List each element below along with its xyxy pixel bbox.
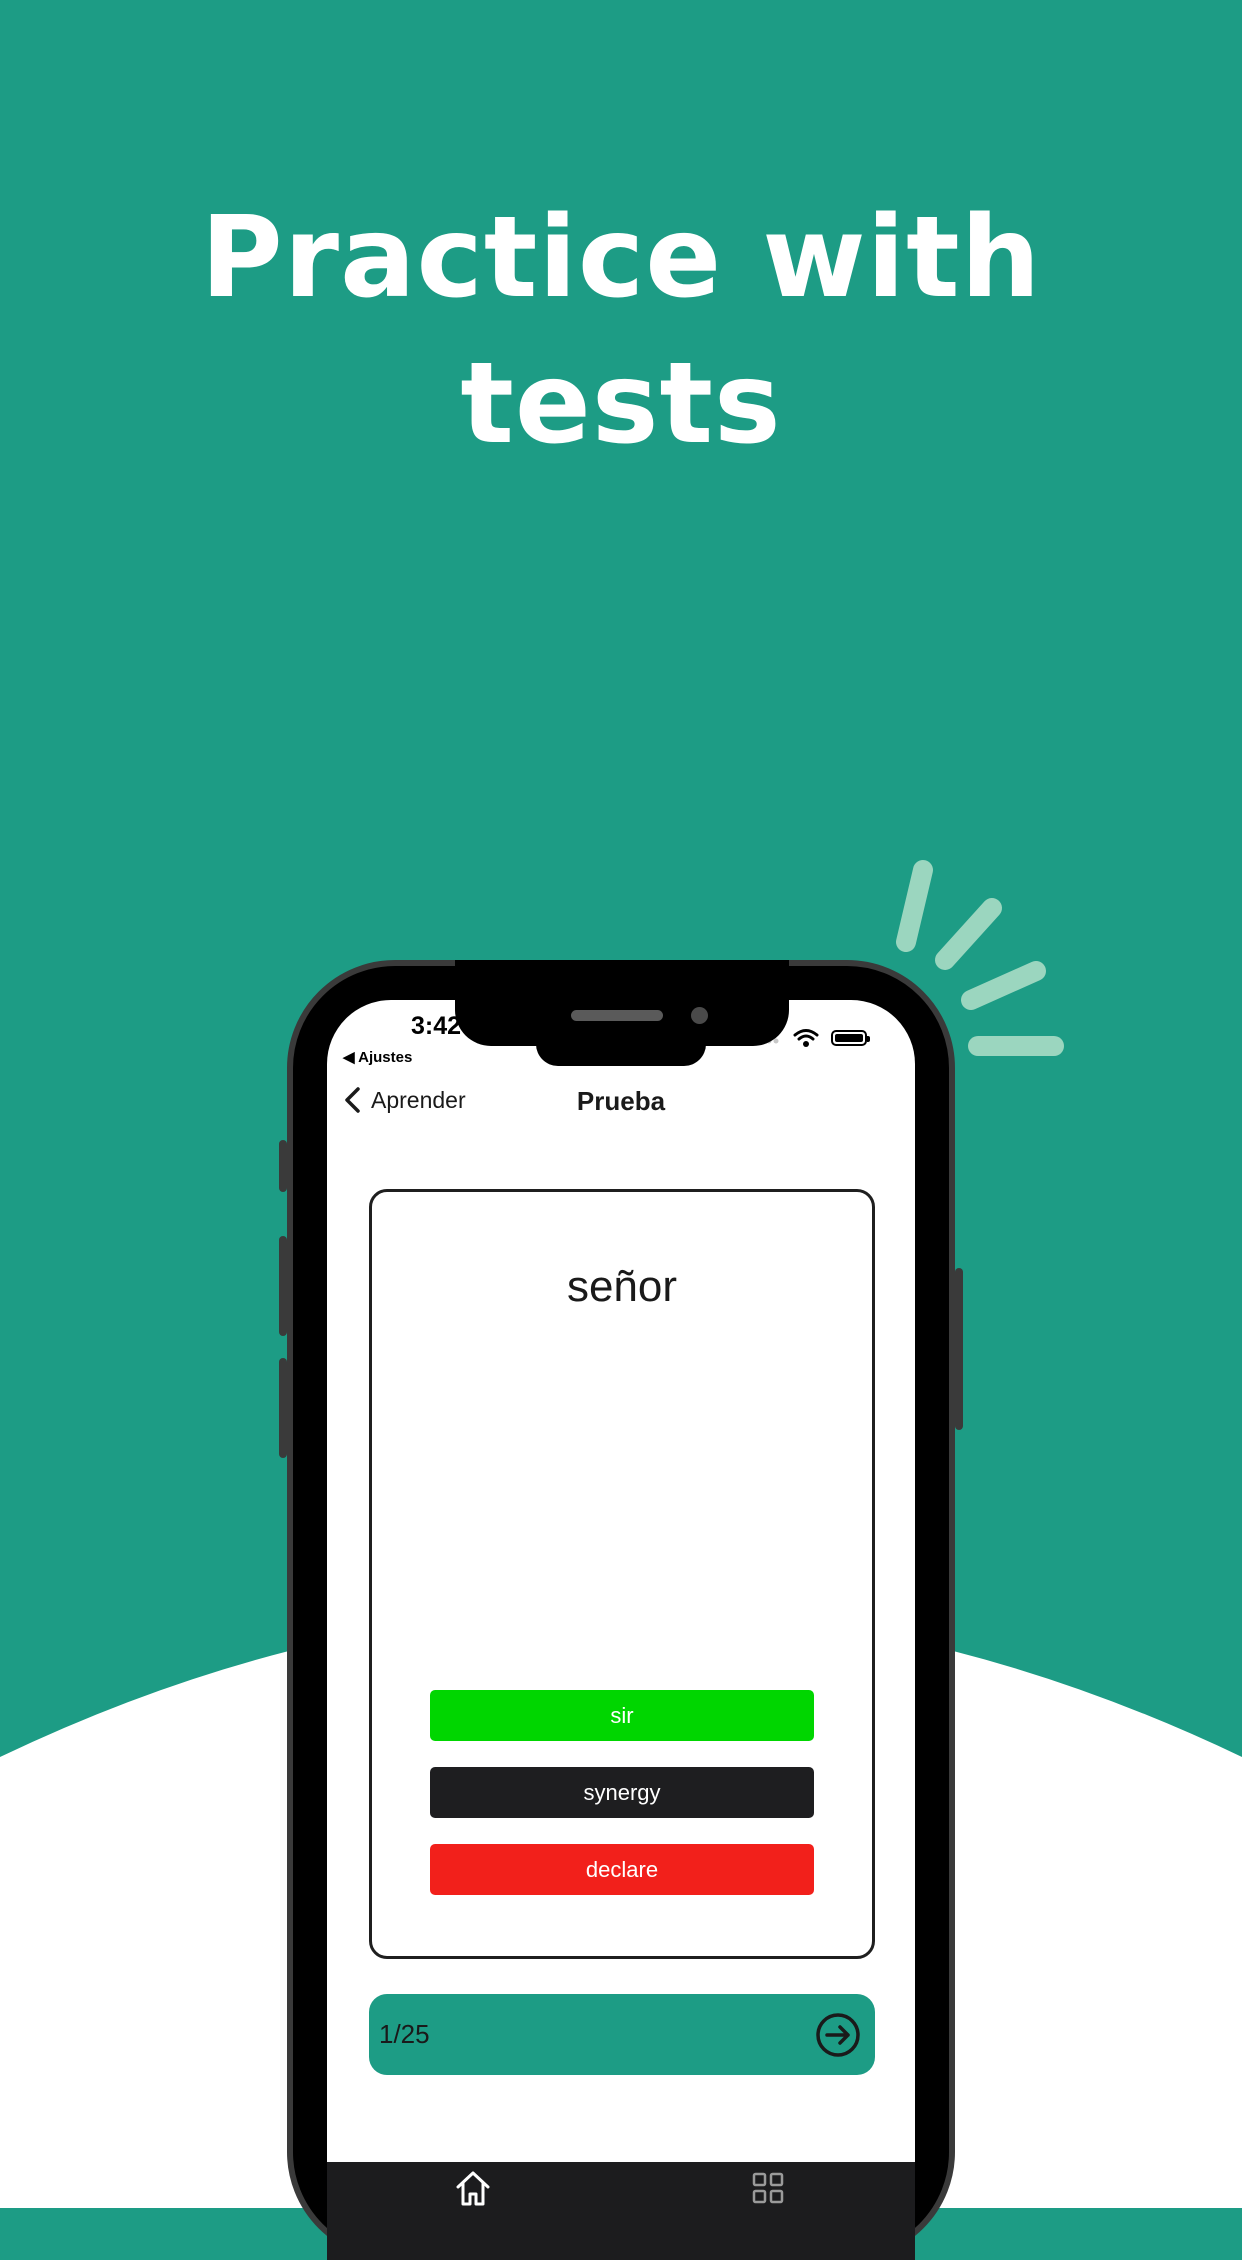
phone-notch (455, 960, 789, 1046)
phone-screen: 3:42 ◀ Ajustes Aprender Prueba señor sir… (327, 1000, 915, 2260)
phone-silent-switch (279, 1140, 287, 1192)
progress-count: 1/25 (379, 2019, 430, 2049)
phone-speaker (571, 1010, 663, 1021)
wifi-icon (793, 1029, 819, 1047)
home-icon[interactable] (453, 2168, 493, 2208)
headline: Practice with tests (0, 185, 1242, 477)
phone-notch-lower (536, 1040, 706, 1066)
answer-option-synergy[interactable]: synergy (430, 1767, 814, 1818)
status-time: 3:42 (411, 1012, 462, 1040)
answer-option-sir[interactable]: sir (430, 1690, 814, 1741)
status-back-to-app[interactable]: ◀ Ajustes (343, 1048, 412, 1066)
headline-line-1: Practice with (200, 193, 1042, 323)
answer-option-declare[interactable]: declare (430, 1844, 814, 1895)
chevron-left-icon (345, 1087, 360, 1113)
back-button-label: Aprender (371, 1086, 466, 1113)
quiz-word: señor (566, 1262, 678, 1311)
tab-bar (327, 2162, 915, 2260)
headline-line-2: tests (460, 339, 782, 469)
phone-power-button (955, 1268, 963, 1430)
back-button[interactable]: Aprender (343, 1086, 466, 1114)
phone-volume-down-button (279, 1358, 287, 1458)
grid-icon[interactable] (752, 2172, 784, 2204)
phone-camera-icon (691, 1007, 708, 1024)
phone-volume-up-button (279, 1236, 287, 1336)
battery-icon (831, 1030, 870, 1046)
progress-bar: 1/25 (369, 1994, 875, 2075)
next-arrow-icon[interactable] (815, 2012, 861, 2058)
quiz-card: señor sir synergy declare (369, 1189, 875, 1959)
